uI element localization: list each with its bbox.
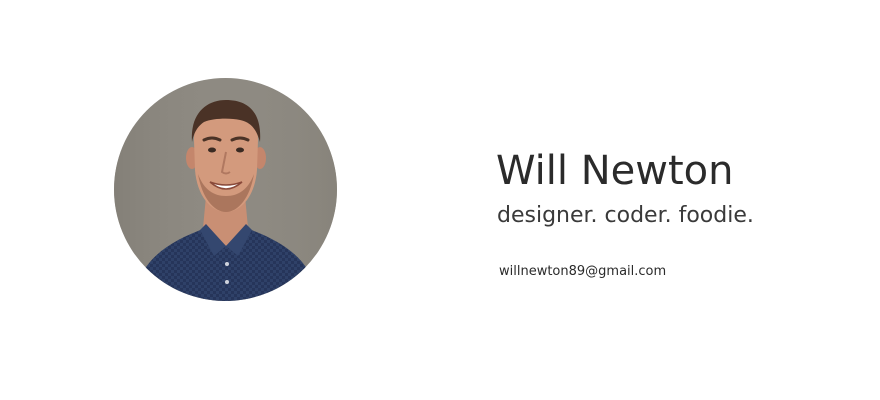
- email-link[interactable]: willnewton89@gmail.com: [499, 262, 666, 282]
- profile-card: Will Newton designer. coder. foodie. wil…: [0, 0, 880, 400]
- profile-name: Will Newton: [496, 148, 734, 194]
- profile-photo-avatar: [114, 78, 337, 301]
- profile-tagline: designer. coder. foodie.: [497, 203, 754, 228]
